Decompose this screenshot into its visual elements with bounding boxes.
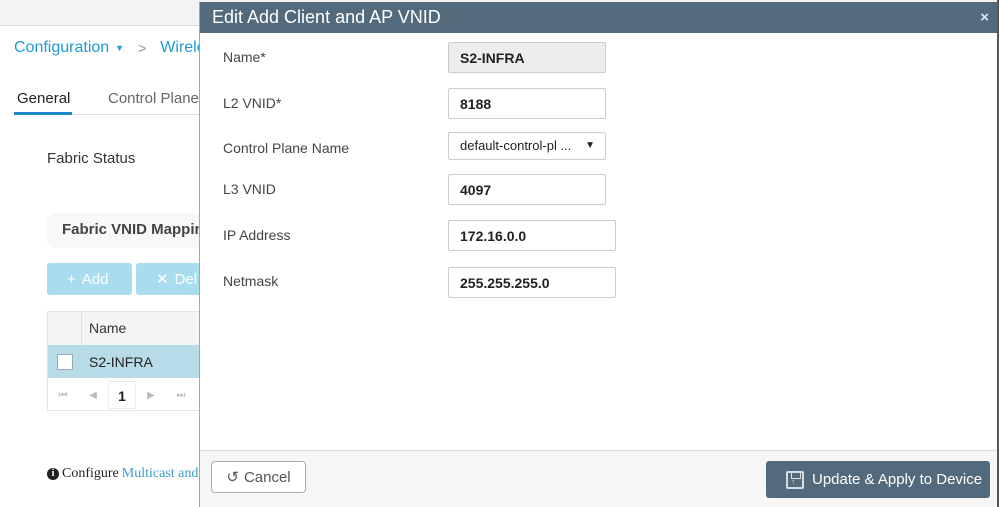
pager: ⏮ ◀ 1 ▶ ⏭: [48, 378, 206, 412]
modal-header: Edit Add Client and AP VNID ×: [200, 2, 999, 33]
info-icon: i: [47, 468, 59, 480]
add-button[interactable]: + Add: [47, 263, 132, 295]
tab-general[interactable]: General: [14, 88, 72, 115]
update-label: Update & Apply to Device: [812, 471, 983, 488]
footnote: i Configure Multicast and IG: [47, 466, 217, 482]
add-label: Add: [81, 270, 109, 288]
breadcrumb: Configuration ▼ > Wireles: [14, 39, 214, 57]
panel-title: Fabric VNID Mappin: [62, 221, 204, 238]
delete-label: Del: [174, 270, 198, 288]
cancel-button[interactable]: ↺ Cancel: [211, 461, 306, 493]
plus-icon: +: [67, 270, 76, 288]
close-icon[interactable]: ×: [980, 9, 989, 26]
name-field: S2-INFRA: [448, 42, 606, 73]
label-l2-vnid: L2 VNID*: [223, 95, 282, 111]
prev-page-icon[interactable]: ◀: [78, 390, 108, 401]
label-name: Name*: [223, 49, 266, 65]
grid-header: Name: [48, 312, 206, 345]
close-icon: ✕: [156, 271, 169, 288]
modal-title: Edit Add Client and AP VNID: [212, 7, 441, 27]
label-control-plane: Control Plane Name: [223, 140, 350, 156]
tab-control-plane[interactable]: Control Plane: [105, 88, 199, 114]
update-apply-button[interactable]: Update & Apply to Device: [766, 461, 990, 498]
table-row[interactable]: S2-INFRA: [48, 345, 206, 378]
label-l3-vnid: L3 VNID: [223, 181, 276, 197]
modal-footer: ↺ Cancel Update & Apply to Device: [200, 450, 999, 507]
row-checkbox[interactable]: [57, 353, 73, 370]
undo-icon: ↺: [226, 469, 239, 486]
label-netmask: Netmask: [223, 273, 279, 289]
tab-bar: General Control Plane: [14, 88, 204, 115]
l3-vnid-input[interactable]: 4097: [448, 174, 606, 205]
footnote-text: Configure: [62, 466, 119, 481]
dropdown-arrow-icon: ▼: [585, 140, 595, 151]
fabric-status-label: Fabric Status: [47, 150, 136, 167]
save-icon: [786, 470, 804, 489]
netmask-input[interactable]: 255.255.255.0: [448, 267, 616, 298]
label-ip-address: IP Address: [223, 227, 291, 243]
checkbox-column-header: [48, 312, 82, 345]
ip-address-input[interactable]: 172.16.0.0: [448, 220, 616, 251]
breadcrumb-configuration[interactable]: Configuration: [14, 39, 109, 57]
first-page-icon[interactable]: ⏮: [48, 390, 78, 401]
chevron-right-icon: >: [138, 40, 147, 56]
vnid-grid: Name S2-INFRA ⏮ ◀ 1 ▶ ⏭: [47, 311, 207, 411]
last-page-icon[interactable]: ⏭: [166, 390, 196, 401]
current-page[interactable]: 1: [108, 381, 136, 409]
column-header-name[interactable]: Name: [82, 312, 126, 345]
row-name: S2-INFRA: [89, 353, 153, 370]
edit-vnid-modal: Edit Add Client and AP VNID × Name* S2-I…: [199, 2, 999, 507]
control-plane-select[interactable]: default-control-pl ... ▼: [448, 132, 606, 160]
caret-down-icon[interactable]: ▼: [115, 43, 124, 53]
next-page-icon[interactable]: ▶: [136, 390, 166, 401]
fabric-vnid-mapping-panel[interactable]: Fabric VNID Mappin: [47, 213, 217, 248]
cancel-label: Cancel: [243, 468, 291, 486]
l2-vnid-input[interactable]: 8188: [448, 88, 606, 119]
control-plane-value: default-control-pl ...: [460, 138, 572, 153]
